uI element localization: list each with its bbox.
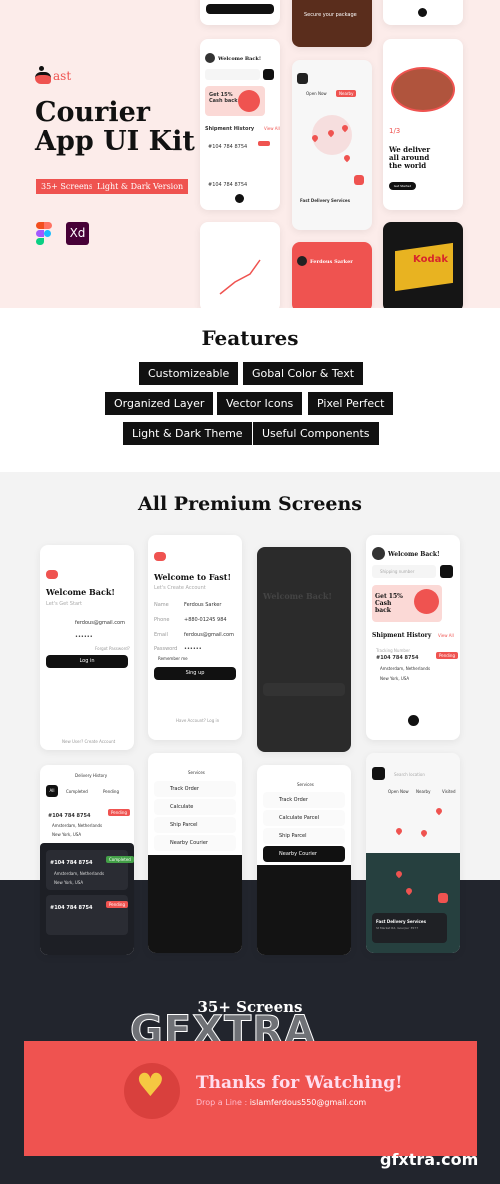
- figma-icon: [36, 222, 52, 245]
- phone-home-2: Welcome Back! Shipping number Get 15% Ca…: [366, 535, 460, 740]
- phone-signup: Welcome to Fast! Let's Create Account Na…: [148, 535, 242, 740]
- features-title: Features: [201, 326, 299, 350]
- thanks-title: Thanks for Watching!: [196, 1073, 403, 1093]
- tag-screens: 35+ Screens: [36, 179, 98, 194]
- site-watermark: gfxtra.com: [380, 1150, 479, 1169]
- fast-logo: ast: [35, 64, 72, 88]
- phone-services-2: Services Track Order Calculate Parcel Sh…: [257, 765, 351, 955]
- tab-all[interactable]: All: [46, 785, 58, 797]
- service-ship-parcel[interactable]: Ship Parcel: [154, 817, 236, 833]
- service-nearby-courier-2[interactable]: Nearby Courier: [263, 846, 345, 862]
- service-track-order[interactable]: Track Order: [154, 781, 236, 797]
- xd-icon: Xd: [66, 222, 89, 245]
- screens-title: All Premium Screens: [137, 493, 363, 515]
- service-calculate[interactable]: Calculate: [154, 799, 236, 815]
- feature-pixel-perfect: Pixel Perfect: [308, 392, 394, 415]
- heart-badge: ♥: [124, 1063, 180, 1119]
- phone-home: Welcome Back! Get 15% Cash back Shipment…: [200, 39, 280, 210]
- feature-organized-layer: Organized Layer: [105, 392, 214, 415]
- service-track-order-2[interactable]: Track Order: [263, 792, 345, 808]
- phone-product: Kodak: [383, 222, 463, 312]
- phone-dark-login: Welcome Back!: [257, 547, 351, 752]
- service-calculate-parcel[interactable]: Calculate Parcel: [263, 810, 345, 826]
- login-button[interactable]: Log in: [46, 655, 128, 668]
- signup-button[interactable]: Sing up: [154, 667, 236, 680]
- contact-line: Drop a Line : islamferdous550@gmail.com: [196, 1098, 367, 1107]
- hero-section: ast Courier App UI Kit 35+ Screens Light …: [0, 0, 500, 312]
- phone-history: Delivery History All Completed Pending #…: [40, 765, 134, 955]
- logo-text: ast: [53, 69, 72, 83]
- service-nearby-courier[interactable]: Nearby Courier: [154, 835, 236, 851]
- feature-customizeable: Customizeable: [139, 362, 239, 385]
- phone-map-2: Search location Open Now Nearby Visited …: [366, 753, 460, 953]
- phone-top-3: [383, 0, 463, 25]
- phone-route: [200, 222, 280, 312]
- contact-email[interactable]: islamferdous550@gmail.com: [250, 1098, 367, 1107]
- phone-services: Services Track Order Calculate Ship Parc…: [148, 753, 242, 953]
- heart-icon: ♥: [136, 1066, 165, 1104]
- thanks-banner: ♥ Thanks for Watching! Drop a Line : isl…: [24, 1041, 477, 1156]
- feature-vector-icons: Vector Icons: [217, 392, 303, 415]
- service-ship-parcel-2[interactable]: Ship Parcel: [263, 828, 345, 844]
- phone-secure-package: Secure your package: [292, 0, 372, 47]
- features-section: Features Customizeable Gobal Color & Tex…: [0, 308, 500, 472]
- tab-completed[interactable]: Completed: [66, 789, 88, 794]
- feature-light-dark: Light & Dark Theme: [123, 422, 252, 445]
- phone-onboarding: 1/3 We deliver all around the world Get …: [383, 39, 463, 210]
- tab-pending[interactable]: Pending: [103, 789, 119, 794]
- feature-useful-components: Useful Components: [253, 422, 379, 445]
- phone-profile: Ferdous Sarker: [292, 242, 372, 312]
- hero-title: Courier App UI Kit: [35, 97, 195, 158]
- feature-global-color: Gobal Color & Text: [243, 362, 364, 385]
- tag-versions: Light & Dark Version: [92, 179, 189, 194]
- phone-map: Open Now Nearby Fast Delivery Services: [292, 60, 372, 230]
- phone-top-1: [200, 0, 280, 25]
- phone-login: Welcome Back! Let's Get Start ferdous@gm…: [40, 545, 134, 750]
